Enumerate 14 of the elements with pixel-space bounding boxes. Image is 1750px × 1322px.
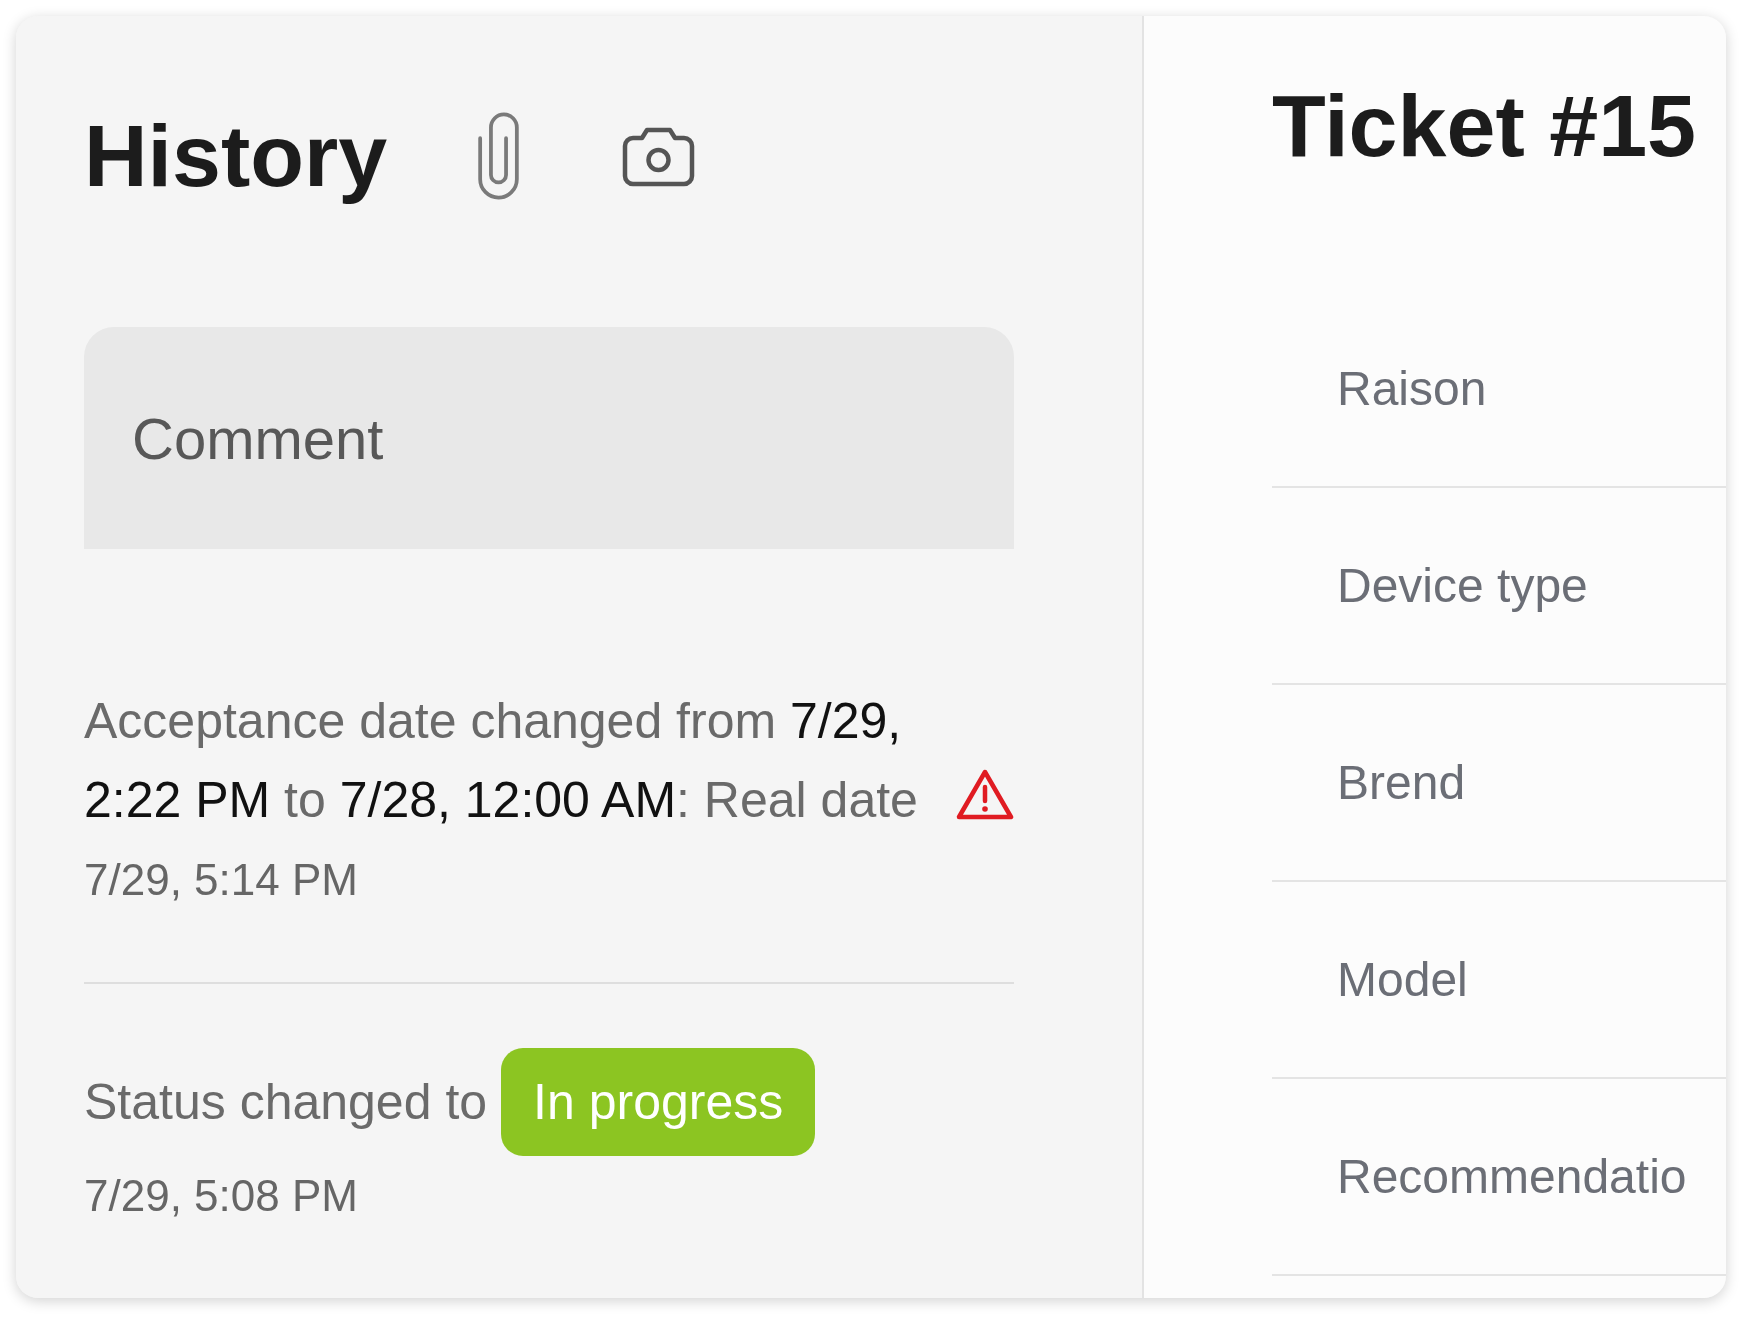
comment-field[interactable]: Comment [84, 327, 1014, 549]
camera-icon[interactable] [622, 125, 696, 187]
text-field[interactable]: Brend [1272, 685, 1726, 882]
history-entry-text: Acceptance date changed from 7/29, 2:22 PM to 7/28, 12:00 AM: Real date [84, 692, 919, 830]
text-field[interactable]: Recommendatio [1272, 1079, 1726, 1276]
text-field[interactable]: Raison [1272, 291, 1726, 488]
entry-timestamp: 7/29, 5:14 PM [84, 854, 359, 906]
entry-timestamp: 7/29, 5:08 PM [84, 1170, 359, 1222]
status-badge: In progress [501, 1048, 816, 1156]
history-entry-text: Status changed to [84, 1073, 488, 1131]
paperclip-icon[interactable] [478, 112, 520, 200]
ticket-title: Ticket #15 [1272, 81, 1697, 171]
text-field[interactable]: Device type [1272, 488, 1726, 685]
text-field[interactable]: Model [1272, 882, 1726, 1079]
